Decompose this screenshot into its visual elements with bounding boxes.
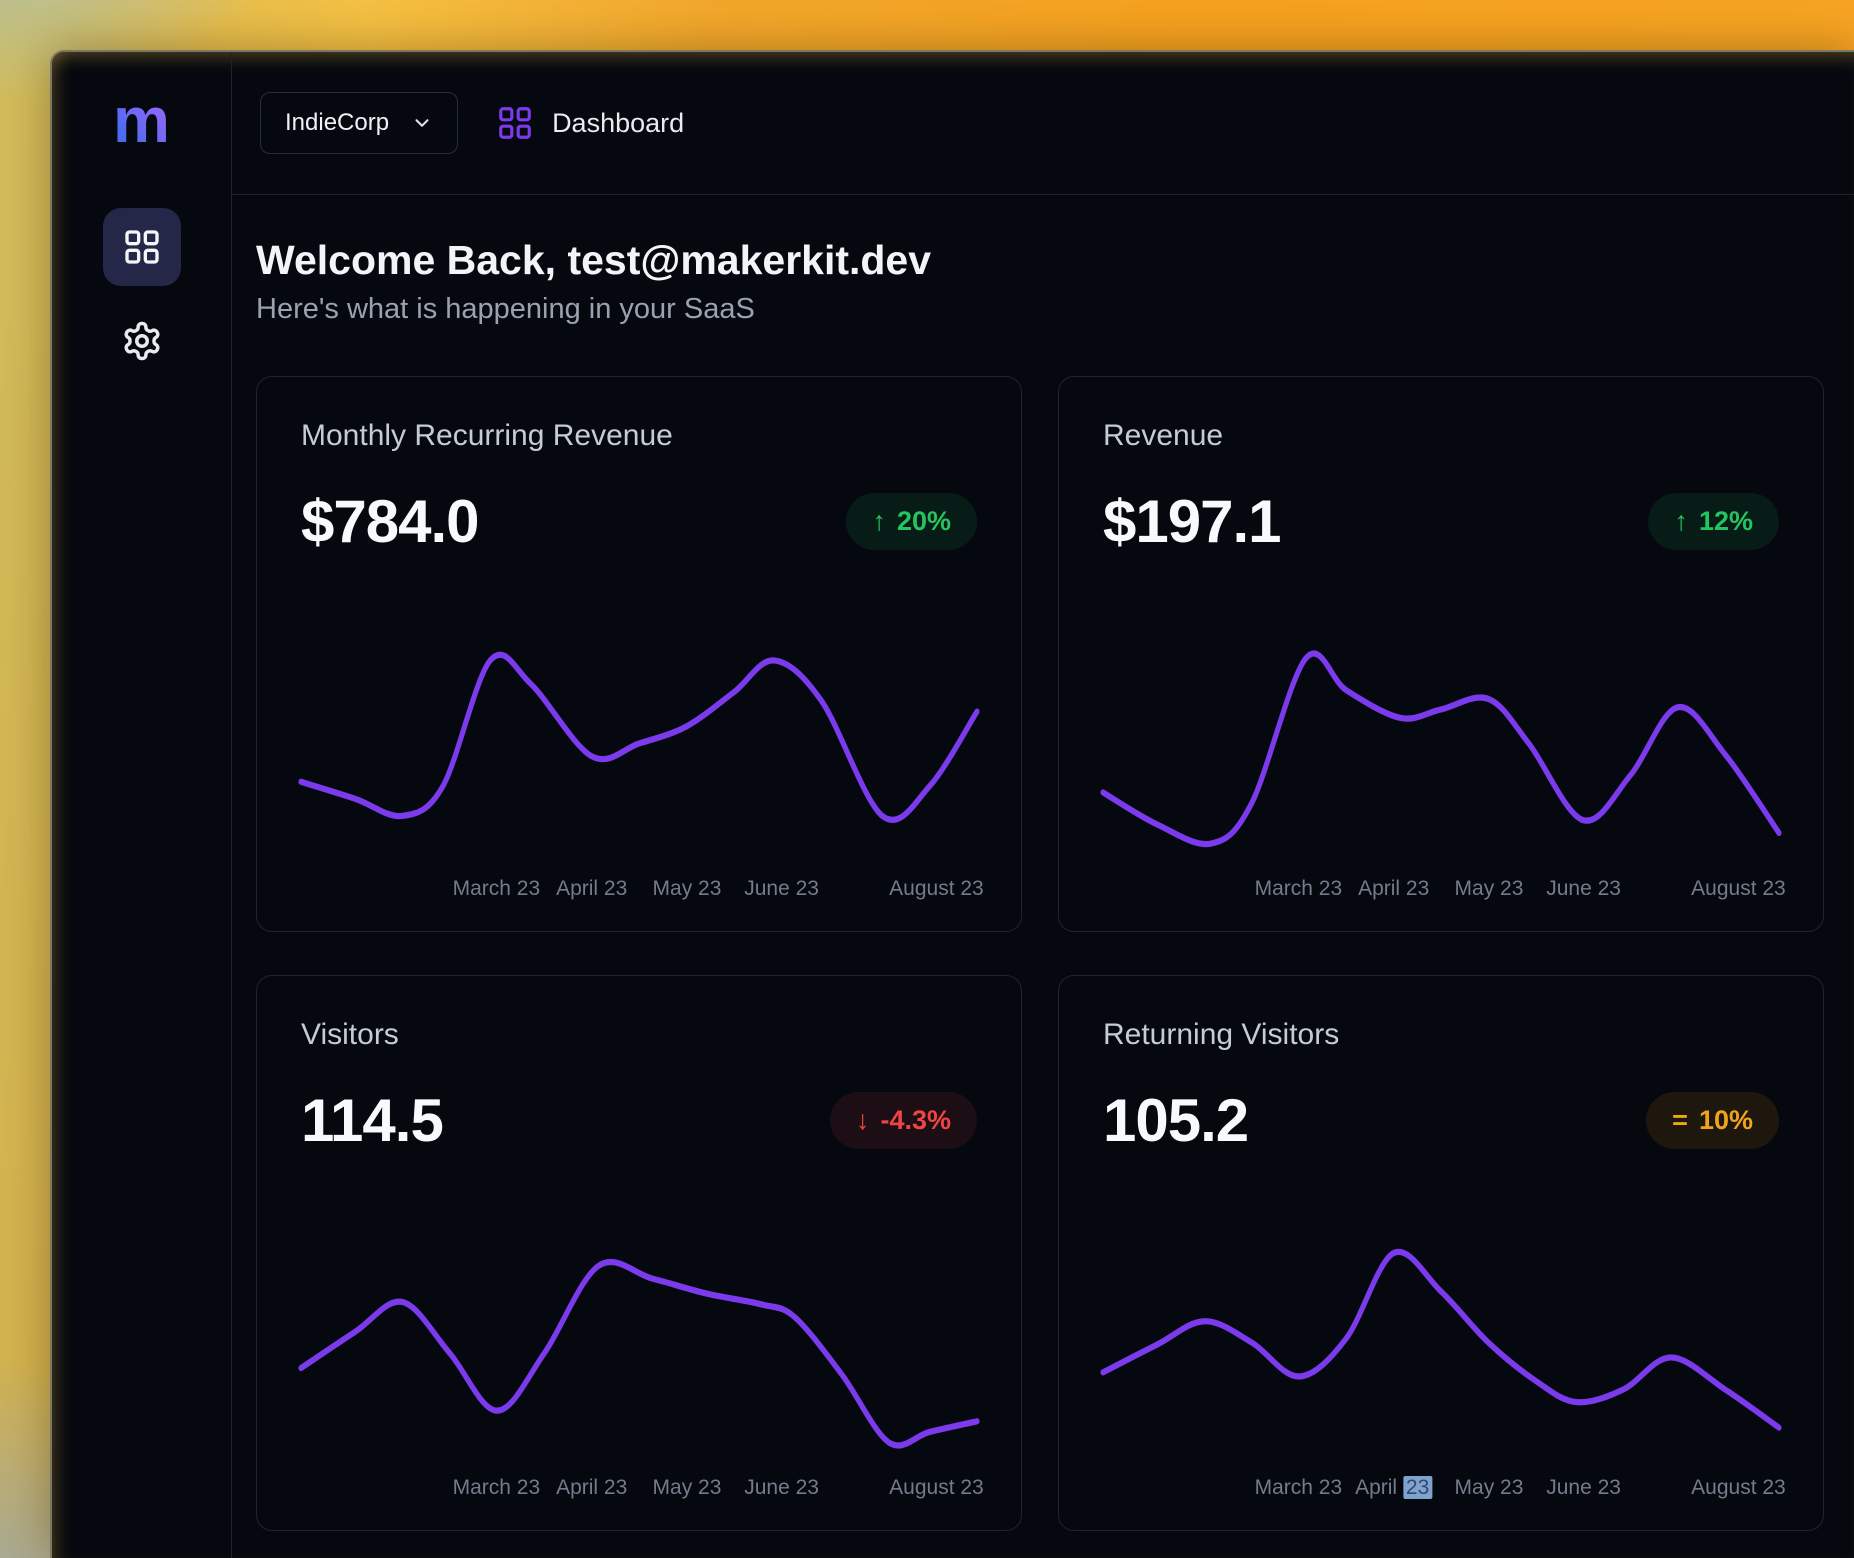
x-axis-label: August 23 [1691, 877, 1786, 901]
makerkit-logo: m [113, 88, 170, 152]
x-axis-label: May 23 [653, 877, 722, 901]
layout-grid-icon [122, 227, 162, 267]
x-axis-label: June 23 [1546, 877, 1621, 901]
x-axis-label: April 23 [1358, 877, 1429, 901]
x-axis-label: August 23 [889, 877, 984, 901]
dashboard-content: Welcome Back, test@makerkit.dev Here's w… [232, 195, 1854, 1558]
stat-title: Returning Visitors [1103, 1018, 1779, 1052]
main-area: IndieCorp Dashboard Welcom [232, 52, 1854, 1558]
x-axis-label: April 23 [556, 1476, 627, 1500]
stat-title: Revenue [1103, 419, 1779, 453]
sidebar: m [52, 52, 232, 1558]
stat-value-row: 105.2 = 10% [1103, 1086, 1779, 1155]
gear-icon [121, 320, 163, 362]
x-axis-label: March 23 [453, 877, 541, 901]
desktop-wallpaper: m [0, 0, 1854, 1558]
welcome-subtitle: Here's what is happening in your SaaS [256, 292, 1824, 326]
trend-badge: ↓ -4.3% [830, 1092, 977, 1149]
chart-line [1103, 653, 1779, 844]
stat-value-row: $784.0 ↑ 20% [301, 487, 977, 556]
stat-value: $197.1 [1103, 487, 1281, 556]
line-chart-returning-visitors [1103, 1225, 1779, 1460]
line-chart-mrr [301, 626, 977, 861]
line-chart-visitors [301, 1225, 977, 1460]
x-axis-label: May 23 [1455, 877, 1524, 901]
x-axis-label: April 23 [556, 877, 627, 901]
stat-value: $784.0 [301, 487, 479, 556]
trend-delta: 10% [1699, 1105, 1753, 1136]
workspace-selector[interactable]: IndieCorp [260, 92, 458, 154]
stat-value-row: 114.5 ↓ -4.3% [301, 1086, 977, 1155]
stat-title: Monthly Recurring Revenue [301, 419, 977, 453]
chevron-down-icon [411, 112, 433, 134]
x-axis-label: June 23 [744, 877, 819, 901]
trend-delta: -4.3% [880, 1105, 951, 1136]
arrow-up-icon: ↑ [1674, 508, 1688, 535]
x-axis-label: March 23 [1255, 877, 1343, 901]
app-window: m [50, 50, 1854, 1558]
x-axis-label: May 23 [653, 1476, 722, 1500]
x-axis: March 23April 23May 23June 23August 23 [1103, 877, 1779, 905]
x-axis-label: March 23 [1255, 1476, 1343, 1500]
stat-card-mrr: Monthly Recurring Revenue $784.0 ↑ 20% M… [256, 376, 1022, 932]
stat-card-revenue: Revenue $197.1 ↑ 12% March 23 April 23 May… [1058, 376, 1824, 932]
sidebar-item-dashboard[interactable] [103, 208, 181, 286]
trend-badge: ↑ 20% [846, 493, 977, 550]
stat-value-row: $197.1 ↑ 12% [1103, 487, 1779, 556]
x-axis-label: August 23 [1691, 1476, 1786, 1500]
stats-grid: Monthly Recurring Revenue $784.0 ↑ 20% M… [256, 376, 1824, 1531]
arrow-down-icon: ↓ [856, 1107, 870, 1134]
selection-highlight: 23 [1403, 1476, 1432, 1499]
chart-line [301, 1262, 977, 1446]
stat-value: 114.5 [301, 1086, 443, 1155]
arrow-up-icon: ↑ [872, 508, 886, 535]
welcome-heading: Welcome Back, test@makerkit.dev [256, 236, 1824, 284]
trend-badge: ↑ 12% [1648, 493, 1779, 550]
layout-grid-icon [496, 104, 534, 142]
trend-badge: = 10% [1646, 1092, 1779, 1149]
x-axis-label: May 23 [1455, 1476, 1524, 1500]
chart-line [301, 655, 977, 820]
stat-card-visitors: Visitors 114.5 ↓ -4.3% March 23 April 23 M… [256, 975, 1022, 1531]
trend-delta: 12% [1699, 506, 1753, 537]
x-axis: March 23April 23May 23June 23August 23 [1103, 1476, 1779, 1504]
trend-delta: 20% [897, 506, 951, 537]
topbar: IndieCorp Dashboard [232, 52, 1854, 195]
x-axis-label: June 23 [744, 1476, 819, 1500]
stat-title: Visitors [301, 1018, 977, 1052]
line-chart-revenue [1103, 626, 1779, 861]
x-axis-label: April 23 [1355, 1476, 1432, 1500]
page-title: Dashboard [552, 108, 684, 139]
x-axis-label: August 23 [889, 1476, 984, 1500]
chart-line [1103, 1252, 1779, 1428]
workspace-name: IndieCorp [285, 109, 389, 137]
sidebar-item-settings[interactable] [121, 320, 163, 362]
stat-value: 105.2 [1103, 1086, 1248, 1155]
x-axis-label: June 23 [1546, 1476, 1621, 1500]
breadcrumb: Dashboard [496, 104, 684, 142]
x-axis-label: March 23 [453, 1476, 541, 1500]
x-axis: March 23April 23May 23June 23August 23 [301, 1476, 977, 1504]
x-axis: March 23April 23May 23June 23August 23 [301, 877, 977, 905]
equal-icon: = [1672, 1107, 1688, 1134]
stat-card-returning-visitors: Returning Visitors 105.2 = 10% March 23 A… [1058, 975, 1824, 1531]
